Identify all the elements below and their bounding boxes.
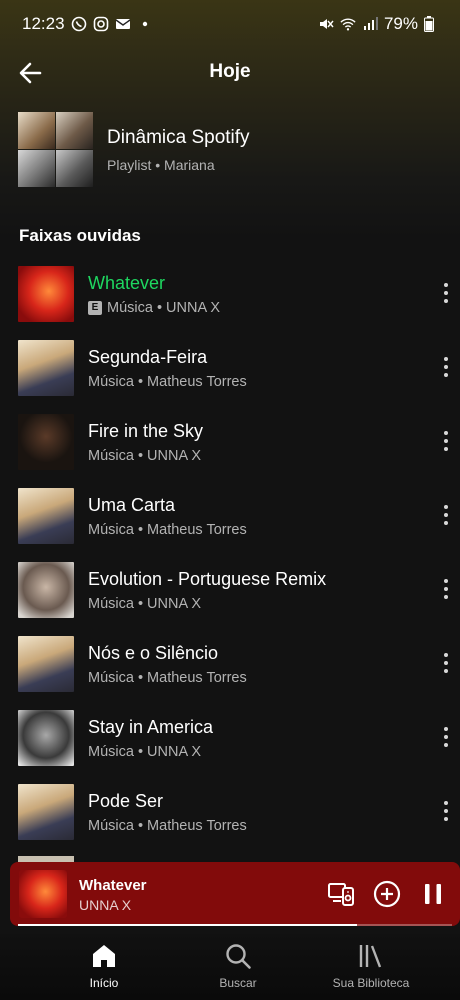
battery-percent: 79%	[383, 14, 418, 33]
collage-tile	[18, 150, 55, 187]
add-to-library-button[interactable]	[372, 879, 402, 909]
track-title: Uma Carta	[88, 494, 176, 515]
nav-home-label: Início	[89, 976, 119, 990]
track-cover	[18, 636, 74, 692]
track-title: Segunda-Feira	[88, 346, 208, 367]
more-options-button[interactable]	[438, 278, 454, 308]
search-icon	[226, 944, 251, 969]
connect-device-button[interactable]	[326, 879, 356, 909]
pause-button[interactable]	[418, 879, 448, 909]
more-options-button[interactable]	[438, 426, 454, 456]
signal-icon	[362, 16, 378, 32]
track-subtitle: Música • UNNA X	[88, 447, 202, 464]
track-cover	[18, 488, 74, 544]
track-subtitle: Música • Matheus Torres	[88, 817, 247, 834]
more-options-button[interactable]	[438, 796, 454, 826]
track-cover	[18, 414, 74, 470]
nav-home[interactable]: Início	[44, 942, 164, 990]
collage-tile	[18, 112, 55, 149]
track-subtitle: Música • Matheus Torres	[88, 373, 247, 390]
mini-player-artist: UNNA X	[79, 897, 132, 913]
track-cover	[18, 784, 74, 840]
connect-device-icon	[328, 883, 354, 906]
more-options-button[interactable]	[438, 574, 454, 604]
track-subtitle: Música • Matheus Torres	[88, 521, 247, 538]
track-row[interactable]: Evolution - Portuguese Remix Música • UN…	[18, 560, 460, 620]
context-playlist[interactable]: Dinâmica Spotify Playlist • Mariana	[18, 112, 250, 187]
playlist-cover-collage	[18, 112, 93, 187]
track-row[interactable]: Uma Carta Música • Matheus Torres	[18, 486, 460, 546]
page-title: Hoje	[209, 61, 251, 82]
wifi-icon	[340, 16, 356, 32]
status-time: 12:23	[22, 14, 65, 33]
home-icon	[93, 945, 115, 967]
mini-player[interactable]: Whatever UNNA X	[10, 862, 460, 926]
more-options-button[interactable]	[438, 648, 454, 678]
track-cover	[18, 340, 74, 396]
page-header: Hoje	[0, 50, 460, 94]
notification-dot-icon	[137, 16, 153, 32]
track-row[interactable]: Segunda-Feira Música • Matheus Torres	[18, 338, 460, 398]
track-row[interactable]: Whatever E Música • UNNA X	[18, 264, 460, 324]
track-row[interactable]: Pode Ser Música • Matheus Torres	[18, 782, 460, 842]
playlist-subtitle: Playlist • Mariana	[107, 156, 215, 173]
playback-progress-fill	[18, 924, 357, 926]
track-title: Nós e o Silêncio	[88, 642, 219, 663]
pause-icon	[425, 884, 441, 904]
whatsapp-icon	[71, 16, 87, 32]
add-circle-icon	[373, 880, 401, 908]
track-cover	[18, 266, 74, 322]
more-options-button[interactable]	[438, 352, 454, 382]
track-subtitle: Música • UNNA X	[107, 299, 221, 316]
explicit-badge: E	[88, 300, 102, 315]
track-subtitle: Música • UNNA X	[88, 595, 202, 612]
mute-icon	[318, 16, 334, 32]
track-title: Fire in the Sky	[88, 420, 204, 441]
nav-library[interactable]: Sua Biblioteca	[311, 942, 431, 990]
back-button[interactable]	[16, 58, 46, 88]
bottom-navigation: Início Buscar Sua Biblioteca	[0, 934, 460, 1000]
track-row[interactable]: Nós e o Silêncio Música • Matheus Torres	[18, 634, 460, 694]
playback-progress-bar[interactable]	[18, 924, 452, 926]
collage-tile	[56, 150, 93, 187]
section-title: Faixas ouvidas	[19, 226, 141, 245]
nav-search-label: Buscar	[219, 976, 257, 990]
more-options-button[interactable]	[438, 500, 454, 530]
back-arrow-icon	[19, 62, 42, 84]
track-row[interactable]: Fire in the Sky Música • UNNA X	[18, 412, 460, 472]
library-icon	[359, 945, 382, 968]
mini-player-cover	[19, 870, 67, 918]
more-options-button[interactable]	[438, 722, 454, 752]
instagram-icon	[93, 16, 109, 32]
track-title: Pode Ser	[88, 790, 164, 811]
nav-library-label: Sua Biblioteca	[332, 976, 410, 990]
track-title: Evolution - Portuguese Remix	[88, 568, 327, 589]
track-row[interactable]: Stay in America Música • UNNA X	[18, 708, 460, 768]
nav-search[interactable]: Buscar	[178, 942, 298, 990]
track-subtitle: Música • UNNA X	[88, 743, 202, 760]
status-bar: 12:23 79%	[0, 0, 460, 48]
track-cover	[18, 562, 74, 618]
battery-icon	[424, 16, 440, 32]
track-title: Stay in America	[88, 716, 214, 737]
playlist-title: Dinâmica Spotify	[107, 126, 250, 148]
track-title: Whatever	[88, 272, 166, 293]
collage-tile	[56, 112, 93, 149]
mail-icon	[115, 16, 131, 32]
track-subtitle: Música • Matheus Torres	[88, 669, 247, 686]
track-cover	[18, 710, 74, 766]
mini-player-title: Whatever	[79, 877, 147, 894]
